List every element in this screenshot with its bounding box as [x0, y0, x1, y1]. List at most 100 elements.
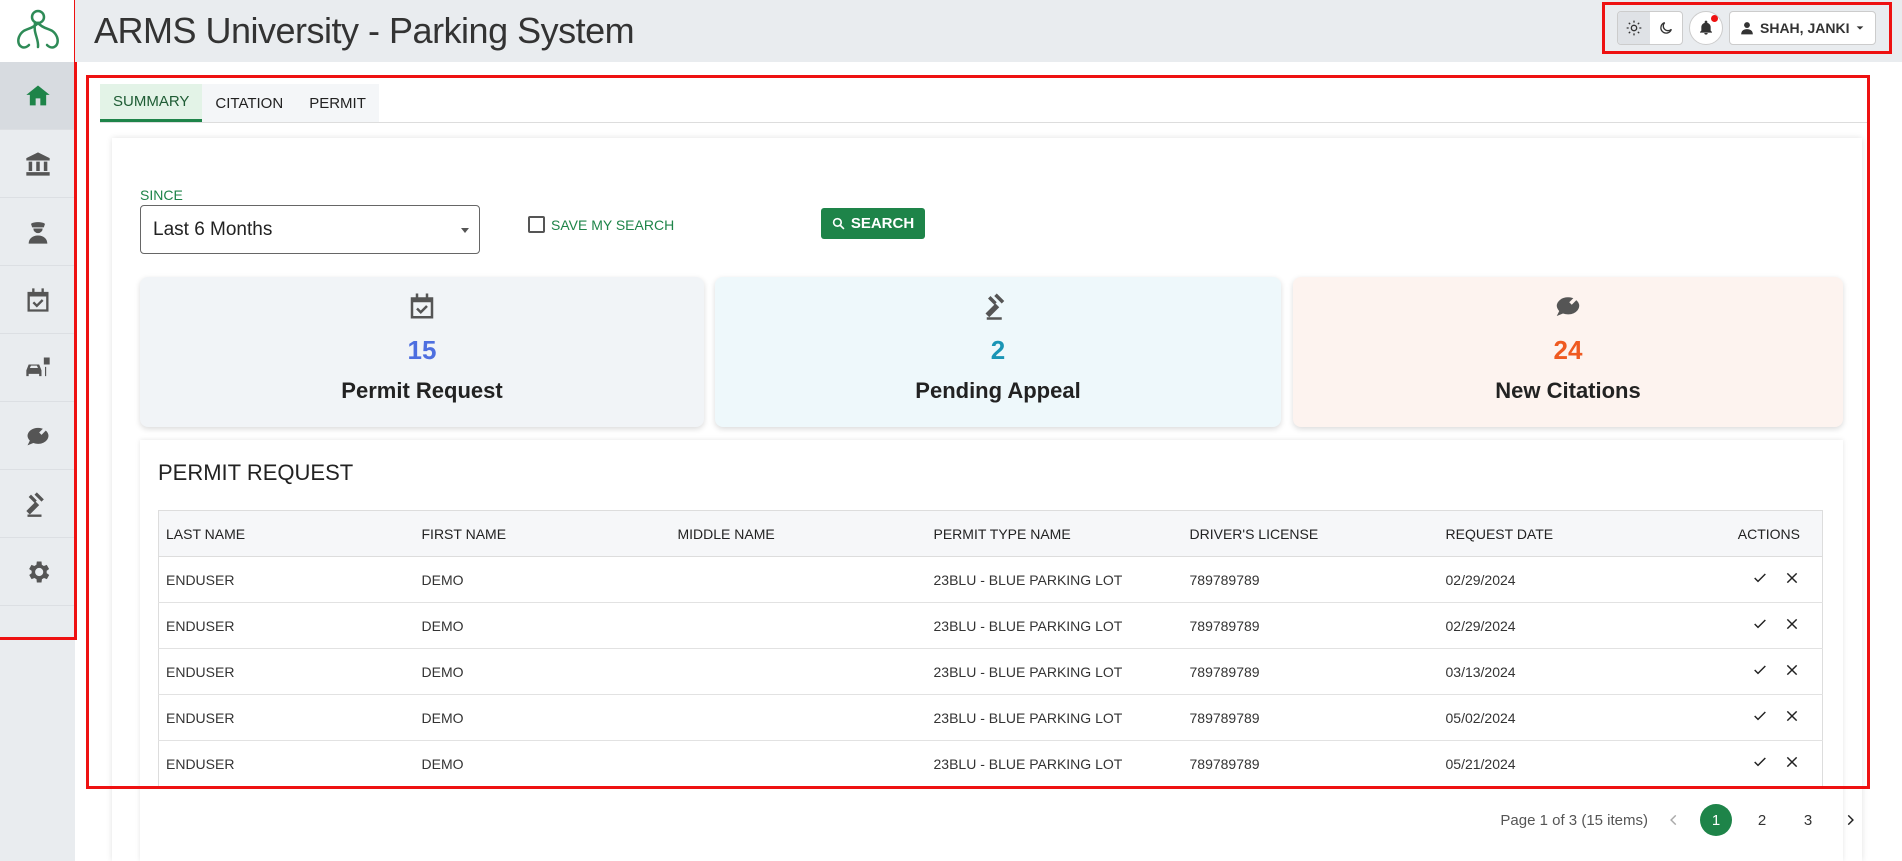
- citation-chat-icon: [1556, 296, 1580, 316]
- reject-close-icon[interactable]: [1784, 754, 1800, 770]
- sidebar: [0, 0, 75, 861]
- cell-first-name: DEMO: [414, 694, 671, 741]
- dropdown-caret-icon: [461, 228, 469, 233]
- tab-divider: [100, 122, 1870, 123]
- header-tools: SHAH, JANKI: [1602, 2, 1892, 54]
- cell-last-name: ENDUSER: [158, 740, 415, 787]
- page-1-button[interactable]: 1: [1700, 804, 1732, 836]
- tab-permit[interactable]: PERMIT: [296, 84, 379, 122]
- officer-icon: [28, 221, 47, 244]
- cell-actions: [1638, 740, 1823, 787]
- nav-appeals[interactable]: [0, 470, 75, 538]
- cell-last-name: ENDUSER: [158, 694, 415, 741]
- search-button[interactable]: SEARCH: [821, 208, 925, 239]
- nav-officer[interactable]: [0, 198, 75, 266]
- cell-last-name: ENDUSER: [158, 648, 415, 695]
- since-label: SINCE: [140, 187, 183, 203]
- reject-close-icon[interactable]: [1784, 616, 1800, 632]
- permit-request-label: Permit Request: [341, 378, 503, 403]
- approve-check-icon[interactable]: [1752, 662, 1768, 678]
- new-citations-count: 24: [1553, 335, 1583, 365]
- calendar-check-icon: [27, 287, 48, 312]
- col-middle-name[interactable]: MIDDLE NAME: [670, 510, 927, 557]
- cell-permit-type: 23BLU - BLUE PARKING LOT: [926, 740, 1183, 787]
- gavel-icon: [985, 293, 1005, 320]
- prev-page-button[interactable]: [1662, 808, 1686, 832]
- tab-summary[interactable]: SUMMARY: [100, 84, 203, 122]
- approve-check-icon[interactable]: [1752, 708, 1768, 724]
- cell-permit-type: 23BLU - BLUE PARKING LOT: [926, 602, 1183, 649]
- approve-check-icon[interactable]: [1752, 616, 1768, 632]
- sun-icon: [1626, 20, 1642, 36]
- cell-drivers-license: 789789789: [1182, 740, 1439, 787]
- approve-check-icon[interactable]: [1752, 754, 1768, 770]
- app-title: ARMS University - Parking System: [94, 10, 635, 51]
- moon-icon: [1660, 22, 1672, 34]
- cell-first-name: DEMO: [414, 648, 671, 695]
- search-icon: [832, 217, 845, 230]
- calendar-check-icon: [410, 293, 434, 319]
- since-selected-value: Last 6 Months: [153, 218, 273, 240]
- col-actions: ACTIONS: [1638, 510, 1823, 557]
- tab-bar: SUMMARY CITATION PERMIT: [100, 84, 379, 122]
- nav-settings[interactable]: [0, 538, 75, 606]
- table-row: ENDUSER DEMO 23BLU - BLUE PARKING LOT 78…: [158, 740, 1823, 787]
- save-search-label: SAVE MY SEARCH: [551, 216, 675, 233]
- col-request-date[interactable]: REQUEST DATE: [1438, 510, 1639, 557]
- reject-close-icon[interactable]: [1784, 708, 1800, 724]
- col-first-name[interactable]: FIRST NAME: [414, 510, 671, 557]
- nav-institution[interactable]: [0, 130, 75, 198]
- cell-middle-name: [670, 602, 927, 649]
- approve-check-icon[interactable]: [1752, 570, 1768, 586]
- next-page-button[interactable]: [1838, 808, 1862, 832]
- user-menu-button[interactable]: SHAH, JANKI: [1729, 11, 1877, 45]
- nav-home[interactable]: [0, 62, 75, 130]
- dark-theme-button[interactable]: [1650, 12, 1682, 44]
- table-row: ENDUSER DEMO 23BLU - BLUE PARKING LOT 78…: [158, 648, 1823, 695]
- cell-first-name: DEMO: [414, 602, 671, 649]
- light-theme-button[interactable]: [1618, 12, 1650, 44]
- cell-permit-type: 23BLU - BLUE PARKING LOT: [926, 648, 1183, 695]
- pagination-summary: Page 1 of 3 (15 items): [1500, 811, 1648, 829]
- pagination: Page 1 of 3 (15 items) 1 2 3: [1500, 804, 1862, 836]
- reject-close-icon[interactable]: [1784, 662, 1800, 678]
- permit-request-count: 15: [407, 335, 437, 365]
- reject-close-icon[interactable]: [1784, 570, 1800, 586]
- save-search-checkbox[interactable]: SAVE MY SEARCH: [528, 216, 674, 233]
- nav-citations[interactable]: [0, 402, 75, 470]
- tab-citation[interactable]: CITATION: [202, 84, 297, 122]
- cell-middle-name: [670, 740, 927, 787]
- pending-appeal-card[interactable]: 2 Pending Appeal: [715, 277, 1281, 427]
- institution-icon: [25, 151, 50, 176]
- cell-middle-name: [670, 694, 927, 741]
- cell-actions: [1638, 648, 1823, 695]
- user-icon: [1741, 22, 1753, 35]
- cell-actions: [1638, 694, 1823, 741]
- theme-toggle: [1617, 11, 1683, 45]
- cell-middle-name: [670, 648, 927, 695]
- col-permit-type[interactable]: PERMIT TYPE NAME: [926, 510, 1183, 557]
- permit-request-section: PERMIT REQUEST LAST NAME FIRST NAME MIDD…: [140, 440, 1843, 861]
- checkbox-box[interactable]: [528, 216, 545, 233]
- chevron-left-icon: [1670, 814, 1677, 826]
- permit-request-card[interactable]: 15 Permit Request: [140, 277, 704, 427]
- col-drivers-license[interactable]: DRIVER'S LICENSE: [1182, 510, 1439, 557]
- col-last-name[interactable]: LAST NAME: [158, 510, 415, 557]
- page-2-button[interactable]: 2: [1746, 804, 1778, 836]
- notifications-button[interactable]: [1689, 11, 1723, 45]
- car-parking-icon: [25, 357, 50, 376]
- notification-badge: [1711, 15, 1718, 22]
- nav-vehicle[interactable]: [0, 334, 75, 402]
- cell-permit-type: 23BLU - BLUE PARKING LOT: [926, 694, 1183, 741]
- nav-calendar[interactable]: [0, 266, 75, 334]
- cell-request-date: 03/13/2024: [1438, 648, 1639, 695]
- cell-permit-type: 23BLU - BLUE PARKING LOT: [926, 556, 1183, 603]
- chevron-down-icon: [1857, 26, 1864, 30]
- search-button-label: SEARCH: [850, 215, 915, 232]
- cell-drivers-license: 789789789: [1182, 556, 1439, 603]
- app-logo[interactable]: [0, 0, 75, 62]
- page-3-button[interactable]: 3: [1792, 804, 1824, 836]
- new-citations-card[interactable]: 24 New Citations: [1293, 277, 1843, 427]
- since-select[interactable]: Last 6 Months: [140, 205, 480, 254]
- cell-first-name: DEMO: [414, 556, 671, 603]
